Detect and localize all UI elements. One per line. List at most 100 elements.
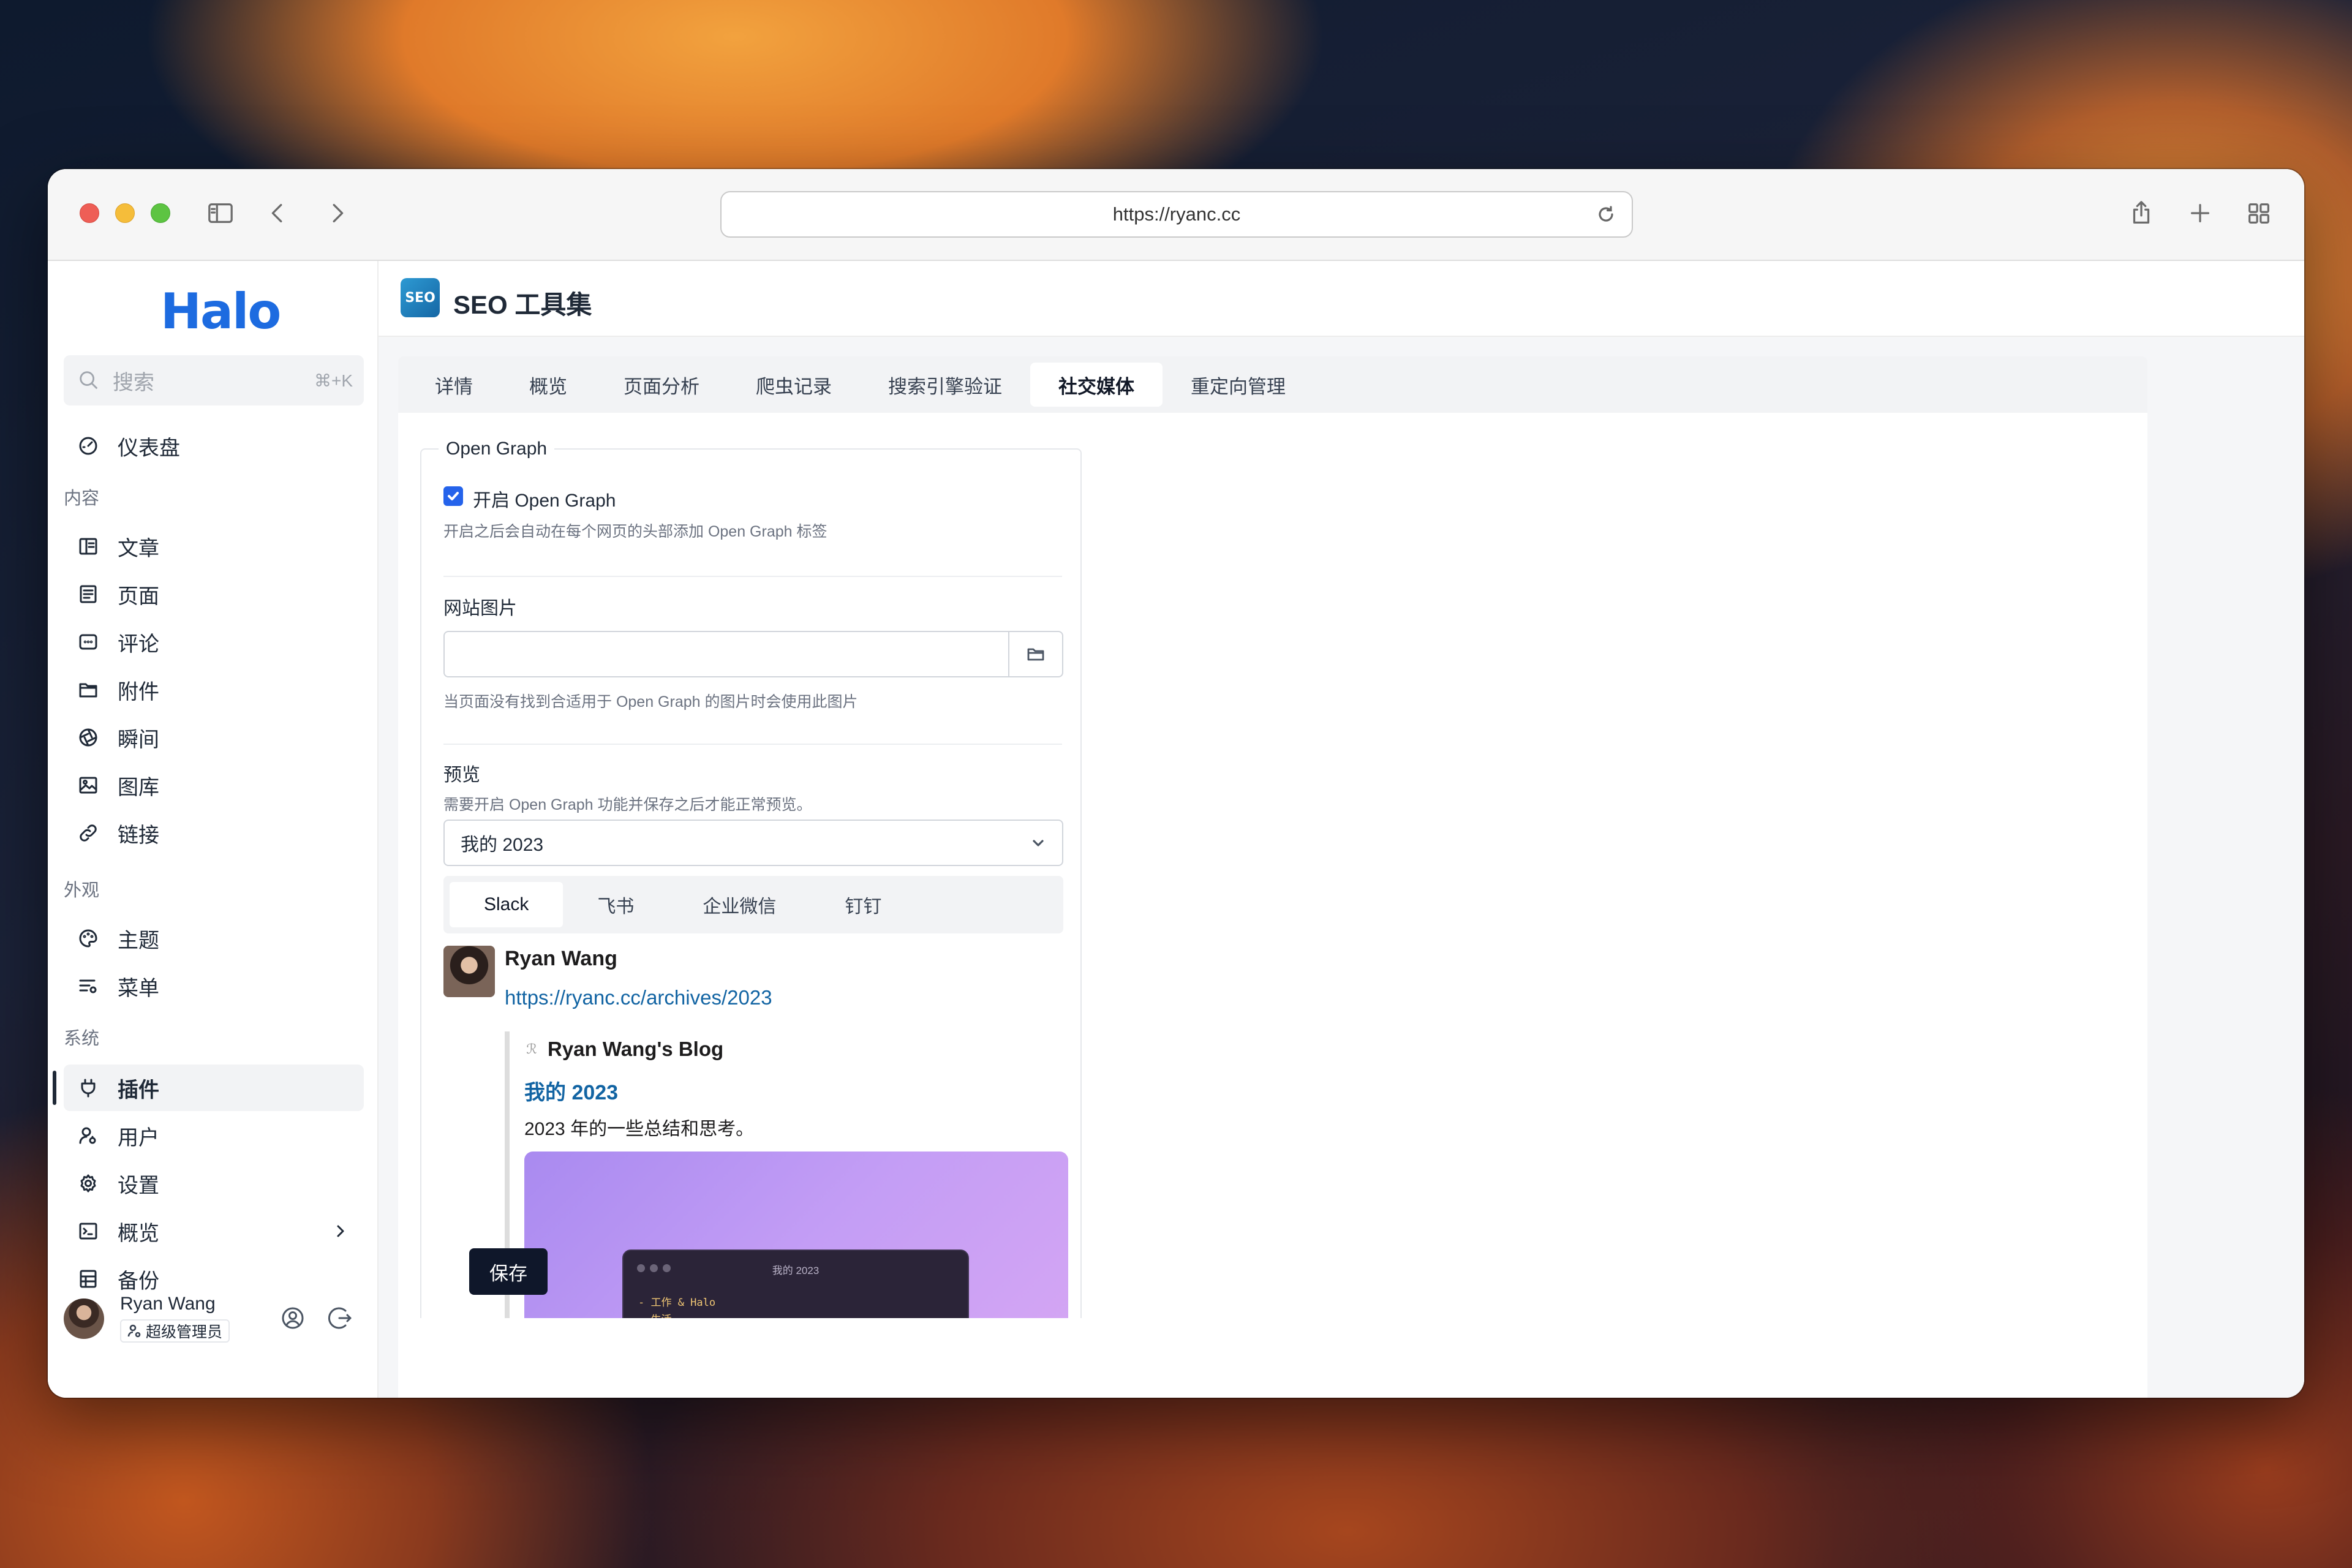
site-favicon-icon: ℛ: [526, 1041, 537, 1057]
chevron-right-icon[interactable]: [331, 1221, 350, 1241]
preview-post-select[interactable]: 我的 2023: [443, 820, 1063, 866]
sidebar-item-attachments[interactable]: 附件: [64, 666, 364, 713]
sidebar-item-label: 概览: [118, 1221, 159, 1245]
terminal-line: - 生活: [638, 1311, 671, 1318]
open-graph-fieldset: 开启 Open Graph 开启之后会自动在每个网页的头部添加 Open Gra…: [420, 448, 1082, 1318]
preview-label: 预览: [443, 765, 480, 785]
tab-page-analysis[interactable]: 页面分析: [595, 363, 728, 407]
search-input[interactable]: 搜索 ⌘+K: [64, 355, 364, 405]
tab-crawler-logs[interactable]: 爬虫记录: [728, 363, 860, 407]
search-shortcut: ⌘+K: [314, 371, 353, 390]
enable-open-graph-label[interactable]: 开启 Open Graph: [473, 485, 616, 512]
menu-list-icon: [79, 979, 97, 993]
enable-open-graph-checkbox[interactable]: [443, 486, 463, 506]
plugin-tabs: 详情 概览 页面分析 爬虫记录 搜索引擎验证 社交媒体 重定向管理: [398, 356, 2147, 413]
tab-overview[interactable]: 概览: [501, 363, 595, 407]
sidebar-item-settings[interactable]: 设置: [64, 1160, 364, 1207]
og-image: 我的 2023 - 工作 & Halo - 生活: [524, 1152, 1068, 1318]
check-icon: [448, 492, 459, 500]
enable-open-graph-help: 开启之后会自动在每个网页的头部添加 Open Graph 标签: [443, 523, 827, 540]
reload-icon[interactable]: [1594, 202, 1618, 227]
comments-icon: [79, 634, 97, 650]
sidebar-item-posts[interactable]: 文章: [64, 523, 364, 570]
folder-icon: [79, 683, 97, 698]
sidebar-item-label: 菜单: [118, 976, 159, 1000]
tab-slack[interactable]: Slack: [450, 882, 564, 927]
minimize-window-button[interactable]: [115, 203, 135, 223]
sidebar-item-users[interactable]: 用户: [64, 1112, 364, 1159]
tab-details[interactable]: 详情: [407, 363, 501, 407]
sidebar-item-dashboard[interactable]: 仪表盘: [64, 423, 364, 469]
nav-group-content: 内容: [64, 489, 100, 508]
logout-icon[interactable]: [327, 1305, 354, 1332]
sidebar-item-label: 文章: [118, 537, 159, 560]
slack-link[interactable]: https://ryanc.cc/archives/2023: [505, 986, 772, 1009]
chevron-down-icon: [1033, 840, 1044, 846]
sidebar-item-label: 备份: [118, 1269, 159, 1293]
sidebar-item-links[interactable]: 链接: [64, 810, 364, 856]
back-icon[interactable]: [262, 197, 294, 229]
role-badge: 超级管理员: [120, 1319, 230, 1343]
zoom-window-button[interactable]: [151, 203, 170, 223]
active-indicator: [53, 1071, 56, 1105]
sidebar-item-menus[interactable]: 菜单: [64, 963, 364, 1009]
gear-icon: [80, 1174, 96, 1193]
unfurl-site: ℛ Ryan Wang's Blog: [524, 1038, 723, 1061]
link-unfurl-card: ℛ Ryan Wang's Blog 我的 2023 2023 年的一些总结和思…: [505, 1031, 1068, 1318]
search-placeholder: 搜索: [113, 371, 154, 394]
divider: [443, 576, 1062, 577]
backup-icon: [80, 1270, 97, 1288]
sidebar: Halo 搜索 ⌘+K 仪表盘 内容 文章 页面 评论 附件 瞬间 图库 链接 …: [48, 261, 379, 1398]
user-role-icon: [127, 1324, 141, 1338]
sidebar-item-overview[interactable]: 概览: [64, 1208, 364, 1254]
sidebar-toggle-icon[interactable]: [205, 197, 236, 229]
slack-avatar: [443, 946, 495, 997]
pages-icon: [80, 585, 97, 603]
tab-dingtalk[interactable]: 钉钉: [810, 882, 916, 927]
tab-redirects[interactable]: 重定向管理: [1163, 363, 1314, 407]
image-icon: [79, 777, 97, 794]
tab-search-engine-verify[interactable]: 搜索引擎验证: [860, 363, 1030, 407]
site-image-label: 网站图片: [443, 598, 517, 619]
address-bar[interactable]: https://ryanc.cc: [720, 191, 1633, 238]
avatar[interactable]: [64, 1298, 104, 1339]
plugin-card: 详情 概览 页面分析 爬虫记录 搜索引擎验证 社交媒体 重定向管理 开启 Ope…: [398, 356, 2147, 1398]
sidebar-item-themes[interactable]: 主题: [64, 915, 364, 962]
slack-user-name: Ryan Wang: [505, 947, 617, 970]
halo-logo[interactable]: Halo: [160, 283, 281, 340]
main-content: SEO SEO 工具集 详情 概览 页面分析 爬虫记录 搜索引擎验证 社交媒体 …: [379, 261, 2304, 1398]
close-window-button[interactable]: [80, 203, 99, 223]
unfurl-site-name: Ryan Wang's Blog: [548, 1038, 724, 1060]
user-icon: [79, 1127, 96, 1144]
aperture-icon: [79, 728, 97, 747]
site-image-input[interactable]: [443, 631, 1063, 677]
tab-social-media[interactable]: 社交媒体: [1030, 363, 1163, 407]
save-button[interactable]: 保存: [469, 1248, 548, 1295]
sidebar-item-label: 设置: [118, 1174, 159, 1197]
user-profile-icon[interactable]: [279, 1305, 306, 1332]
unfurl-title[interactable]: 我的 2023: [524, 1076, 618, 1106]
sidebar-item-label: 插件: [118, 1078, 159, 1102]
browser-window: https://ryanc.cc Halo 搜索 ⌘+K 仪表盘 内容 文章 页…: [48, 169, 2304, 1398]
tab-wecom[interactable]: 企业微信: [668, 882, 810, 927]
new-tab-icon[interactable]: [2184, 197, 2216, 229]
sidebar-item-label: 仪表盘: [118, 436, 180, 460]
sidebar-item-label: 链接: [118, 823, 159, 847]
terminal-line: - 工作 & Halo: [638, 1297, 716, 1309]
sidebar-item-gallery[interactable]: 图库: [64, 762, 364, 809]
browser-toolbar: https://ryanc.cc: [48, 169, 2304, 261]
select-attachment-button[interactable]: [1008, 632, 1062, 676]
forward-icon[interactable]: [321, 197, 353, 229]
palette-icon: [79, 929, 97, 948]
share-icon[interactable]: [2125, 197, 2157, 229]
sidebar-item-moments[interactable]: 瞬间: [64, 714, 364, 761]
sidebar-item-comments[interactable]: 评论: [64, 619, 364, 665]
tab-feishu[interactable]: 飞书: [563, 882, 668, 927]
sidebar-item-pages[interactable]: 页面: [64, 571, 364, 617]
tab-overview-icon[interactable]: [2243, 197, 2275, 229]
plug-icon: [81, 1079, 96, 1098]
folder-icon: [1027, 648, 1044, 661]
site-image-help: 当页面没有找到合适用于 Open Graph 的图片时会使用此图片: [443, 693, 858, 710]
link-icon: [80, 824, 97, 842]
sidebar-item-plugins[interactable]: 插件: [64, 1065, 364, 1111]
